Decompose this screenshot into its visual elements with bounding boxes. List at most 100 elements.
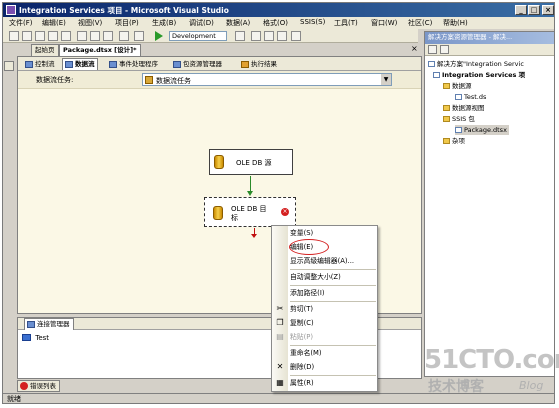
menu-help[interactable]: 帮助(H) (443, 18, 468, 28)
tab-package-explorer[interactable]: 包资源管理器 (170, 58, 225, 70)
event-handlers-icon (109, 61, 117, 68)
menu-item-variables[interactable]: 变量(S) (290, 228, 376, 239)
highlight-circle (289, 239, 329, 255)
connection-managers-title: 连接管理器 (37, 320, 70, 328)
watermark-subtitle: 技术博客 (428, 379, 484, 395)
project-icon (433, 72, 440, 78)
tree-data-source-views[interactable]: 数据源视图 (443, 103, 485, 113)
ole-db-destination-label-line2: 标 (231, 214, 238, 222)
menu-window[interactable]: 窗口(W) (371, 18, 397, 28)
menu-separator (290, 285, 376, 286)
open-icon[interactable] (35, 31, 45, 41)
tree-label: 杂项 (452, 137, 465, 145)
package-explorer-icon (173, 61, 181, 68)
start-debug-icon[interactable] (155, 31, 163, 41)
close-document-icon[interactable]: × (411, 45, 418, 53)
tree-test-ds[interactable]: Test.ds (455, 92, 486, 102)
solution-config-select[interactable]: Development (169, 31, 227, 41)
ole-db-source-label: OLE DB 源 (236, 159, 272, 167)
tree-label: Test.ds (464, 93, 487, 101)
maximize-button[interactable]: □ (528, 5, 540, 15)
menu-data[interactable]: 数据(A) (226, 18, 250, 28)
toolbox-icon[interactable] (4, 61, 14, 71)
tree-label: Package.dtsx (464, 126, 507, 134)
app-icon (6, 5, 16, 15)
connection-icon (22, 334, 31, 341)
tree-project[interactable]: Integration Services 项 (433, 70, 525, 80)
menu-format[interactable]: 格式(O) (263, 18, 288, 28)
folder-icon (443, 105, 450, 111)
menu-item-copy[interactable]: 复制(C) (290, 318, 376, 329)
menu-item-delete[interactable]: 删除(D) (290, 362, 376, 373)
close-button[interactable]: × (542, 5, 554, 15)
class-view-icon[interactable] (291, 31, 301, 41)
copy-icon[interactable] (90, 31, 100, 41)
menu-separator (290, 269, 376, 270)
tab-event-handlers[interactable]: 事件处理程序 (106, 58, 161, 70)
progress-icon (241, 61, 249, 68)
data-flow-task-select[interactable]: 数据流任务 ▼ (142, 73, 392, 86)
tree-label: 数据源视图 (452, 104, 485, 112)
add-item-icon[interactable] (22, 31, 32, 41)
menu-item-paste[interactable]: 粘贴(P) (290, 332, 376, 343)
watermark-blog: Blog (519, 379, 544, 392)
menu-project[interactable]: 项目(P) (115, 18, 139, 28)
properties-icon[interactable] (428, 45, 437, 54)
tree-solution[interactable]: 解决方案"Integration Servic (428, 59, 524, 69)
redo-icon[interactable] (134, 31, 144, 41)
properties-icon[interactable] (264, 31, 274, 41)
data-path-arrowhead (247, 191, 253, 196)
menu-ssis[interactable]: SSIS(S) (300, 18, 325, 26)
save-all-icon[interactable] (61, 31, 71, 41)
title-bar: Integration Services 项目 - Microsoft Visu… (3, 3, 554, 17)
data-flow-task-value: 数据流任务 (156, 77, 191, 85)
menu-item-rename[interactable]: 重命名(M) (290, 348, 376, 359)
tree-package-dtsx[interactable]: Package.dtsx (455, 125, 509, 135)
menu-file[interactable]: 文件(F) (9, 18, 33, 28)
menu-edit[interactable]: 编辑(E) (42, 18, 66, 28)
tree-label: SSIS 包 (452, 115, 475, 123)
undo-icon[interactable] (119, 31, 129, 41)
show-all-files-icon[interactable] (440, 45, 449, 54)
solution-explorer-toolbar (425, 44, 554, 56)
tab-control-flow[interactable]: 控制流 (22, 58, 58, 70)
main-window: Integration Services 项目 - Microsoft Visu… (2, 2, 555, 404)
paste-icon[interactable] (103, 31, 113, 41)
menu-tools[interactable]: 工具(T) (334, 18, 358, 28)
tree-data-sources[interactable]: 数据源 (443, 81, 472, 91)
error-path-arrowhead (251, 234, 257, 238)
ole-db-source-node[interactable]: OLE DB 源 (209, 149, 293, 175)
menu-item-add-path[interactable]: 添加路径(I) (290, 288, 376, 299)
menu-debug[interactable]: 调试(D) (189, 18, 214, 28)
menu-item-cut[interactable]: 剪切(T) (290, 304, 376, 315)
tab-data-flow[interactable]: 数据流 (62, 58, 98, 70)
tab-label: 数据流 (75, 60, 95, 68)
folder-icon (443, 138, 450, 144)
new-project-icon[interactable] (9, 31, 19, 41)
solution-explorer-icon[interactable] (251, 31, 261, 41)
chevron-down-icon[interactable]: ▼ (381, 74, 391, 85)
menu-item-advanced-editor[interactable]: 显示高级编辑器(A)... (290, 256, 376, 267)
tree-miscellaneous[interactable]: 杂项 (443, 136, 465, 146)
save-icon[interactable] (48, 31, 58, 41)
tree-ssis-packages[interactable]: SSIS 包 (443, 114, 475, 124)
error-list-tab[interactable]: 错误列表 (17, 380, 60, 392)
connection-managers-tab[interactable]: 连接管理器 (24, 318, 74, 330)
database-icon (214, 155, 224, 169)
cut-icon[interactable] (77, 31, 87, 41)
tree-label: 解决方案"Integration Servic (437, 60, 524, 68)
connection-item[interactable]: Test (22, 334, 49, 342)
tab-package-designer[interactable]: Package.dtsx [设计]* (59, 44, 141, 56)
menu-build[interactable]: 生成(B) (152, 18, 176, 28)
tab-progress[interactable]: 执行结果 (238, 58, 280, 70)
menu-item-properties[interactable]: 属性(R) (290, 378, 376, 389)
toolbox-strip[interactable] (3, 43, 15, 383)
minimize-button[interactable]: _ (515, 5, 527, 15)
toolbox-icon[interactable] (277, 31, 287, 41)
menu-community[interactable]: 社区(C) (408, 18, 432, 28)
find-icon[interactable] (235, 31, 245, 41)
tab-start-page[interactable]: 起始页 (31, 44, 59, 56)
ole-db-destination-node[interactable]: OLE DB 目 标 × (204, 197, 296, 227)
menu-view[interactable]: 视图(V) (78, 18, 102, 28)
menu-item-autosize[interactable]: 自动调整大小(Z) (290, 272, 376, 283)
